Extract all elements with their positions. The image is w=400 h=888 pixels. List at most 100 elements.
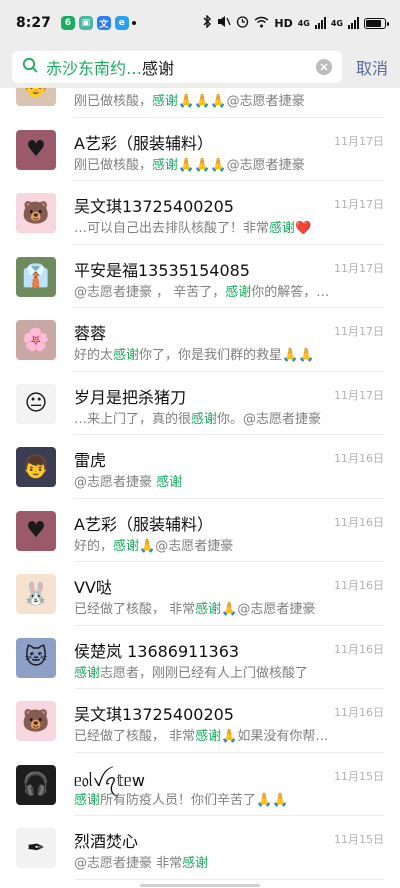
message-date: 11月15日 bbox=[334, 833, 384, 846]
avatar[interactable]: 👨 bbox=[16, 88, 56, 106]
result-row[interactable]: ✒ 烈酒焚心 11月15日 @志愿者捷豪 非常感谢 bbox=[0, 816, 400, 880]
snippet-text: 🙏如果没有你帮… bbox=[221, 729, 329, 744]
snippet-text: ❤️ bbox=[295, 221, 312, 236]
avatar[interactable]: 🐻 bbox=[16, 193, 56, 233]
result-content: 侯楚岚 13686911363 11月16日 感谢志愿者，刚刚已经有人上门做核酸了 bbox=[74, 626, 384, 689]
message-snippet: @志愿者捷豪 非常感谢 bbox=[74, 852, 334, 871]
message-snippet: 好的太感谢你了，你是我们群的救星🙏🙏 bbox=[74, 344, 334, 363]
sender-name: 烈酒焚心 bbox=[74, 832, 139, 851]
keyword-highlight: 感谢 bbox=[74, 665, 101, 681]
keyword-highlight: 感谢 bbox=[182, 856, 209, 871]
snippet-text: 好的太 bbox=[74, 348, 114, 363]
avatar[interactable]: 👔 bbox=[16, 256, 56, 297]
result-row[interactable]: 🐻 吴文琪13725400205 11月17日 …可以自己出去排队核酸了！非常感谢❤️ bbox=[0, 181, 400, 245]
result-row[interactable]: 👦 雷虎 11月16日 @志愿者捷豪 感谢 bbox=[0, 435, 400, 499]
snippet-text: 刚已做核酸， bbox=[74, 94, 153, 109]
alarm-icon bbox=[236, 15, 249, 31]
keyword-highlight: 感谢 bbox=[156, 475, 183, 490]
avatar[interactable]: 👦 bbox=[16, 447, 56, 487]
avatar-image: 🎧 bbox=[22, 772, 50, 797]
avatar[interactable]: ✒ bbox=[16, 828, 56, 868]
avatar[interactable]: 🐱 bbox=[16, 637, 56, 678]
keyword-highlight: 感谢 bbox=[152, 157, 179, 173]
avatar[interactable]: ♥ bbox=[16, 129, 56, 170]
search-results-list[interactable]: 👨 创作辉煌11月17日刚已做核酸，感谢🙏🙏🙏@志愿者捷豪 ♥ A艺彩（服装辅料） 11… bbox=[0, 88, 400, 888]
sender-name: VV哒 bbox=[74, 578, 112, 597]
snippet-text: …可以自己出去排队核酸了！非常 bbox=[74, 221, 270, 236]
search-results: 👨 创作辉煌11月17日刚已做核酸，感谢🙏🙏🙏@志愿者捷豪 ♥ A艺彩（服装辅料） 11… bbox=[0, 88, 400, 880]
message-snippet: 好的，感谢🙏@志愿者捷豪 bbox=[74, 535, 334, 554]
result-row[interactable]: ♥ A艺彩（服装辅料） 11月16日 好的，感谢🙏@志愿者捷豪 bbox=[0, 499, 400, 562]
avatar[interactable]: 🐻 bbox=[16, 701, 56, 741]
search-query-tag: 赤沙东南约… bbox=[46, 59, 143, 78]
message-date: 11月16日 bbox=[334, 706, 384, 719]
network-type-2: 4G bbox=[330, 18, 343, 28]
avatar-image: ♥ bbox=[26, 518, 46, 543]
keyword-highlight: 感谢 bbox=[113, 538, 140, 554]
keyword-highlight: 感谢 bbox=[269, 221, 296, 236]
message-snippet: …可以自己出去排队核酸了！非常感谢❤️ bbox=[74, 217, 334, 236]
battery-icon bbox=[364, 17, 389, 29]
snippet-text: 你。@志愿者捷豪 bbox=[217, 411, 322, 427]
message-snippet: 感谢志愿者，刚刚已经有人上门做核酸了 bbox=[74, 662, 334, 681]
message-date: 11月16日 bbox=[334, 452, 384, 465]
search-query[interactable]: 赤沙东南约…感谢 bbox=[46, 55, 316, 79]
result-row[interactable]: 🐰 VV哒 11月16日 已经做了核酸， 非常感谢🙏@志愿者捷豪 bbox=[0, 562, 400, 626]
message-snippet: 已经做了核酸， 非常感谢🙏@志愿者捷豪 bbox=[74, 598, 334, 617]
hd-label: HD bbox=[274, 16, 293, 30]
wifi-icon bbox=[254, 16, 269, 31]
avatar-image: 🐱 bbox=[24, 645, 48, 670]
result-content: A艺彩（服装辅料） 11月17日 刚已做核酸，感谢🙏🙏🙏@志愿者捷豪 bbox=[74, 118, 384, 181]
message-date: 11月17日 bbox=[334, 261, 384, 275]
sender-name: A艺彩（服装辅料） bbox=[74, 133, 213, 153]
result-row[interactable]: 👨 创作辉煌11月17日刚已做核酸，感谢🙏🙏🙏@志愿者捷豪 bbox=[0, 88, 400, 118]
avatar[interactable]: 🎧 bbox=[16, 764, 56, 805]
snippet-text: 你的解答，… bbox=[251, 284, 330, 300]
keyword-highlight: 感谢 bbox=[113, 348, 140, 363]
message-date: 11月17日 bbox=[334, 388, 384, 402]
message-snippet: 已经做了核酸， 非常感谢🙏如果没有你帮… bbox=[74, 725, 334, 744]
app-icon-3: 文 bbox=[96, 16, 111, 30]
avatar[interactable]: ♥ bbox=[16, 510, 56, 551]
result-row[interactable]: ♥ A艺彩（服装辅料） 11月17日 刚已做核酸，感谢🙏🙏🙏@志愿者捷豪 bbox=[0, 118, 400, 181]
result-row[interactable]: 😐 岁月是把杀猪刀 11月17日 …来上门了，真的很感谢你。@志愿者捷豪 bbox=[0, 372, 400, 435]
result-row[interactable]: 🎧 ᥱ᥆ᥣꪜꪖ𝕥ᥱw 11月15日 感谢所有防疫人员！你们辛苦了🙏🙏 bbox=[0, 753, 400, 816]
result-row[interactable]: 🐱 侯楚岚 13686911363 11月16日 感谢志愿者，刚刚已经有人上门做核酸了 bbox=[0, 626, 400, 689]
avatar[interactable]: 🐰 bbox=[16, 574, 56, 614]
result-content: 岁月是把杀猪刀 11月17日 …来上门了，真的很感谢你。@志愿者捷豪 bbox=[74, 372, 384, 435]
snippet-text: 🙏@志愿者捷豪 bbox=[221, 602, 316, 617]
keyword-highlight: 感谢 bbox=[152, 94, 179, 109]
sender-name: 吴文琪13725400205 bbox=[74, 197, 234, 216]
message-snippet: @志愿者捷豪 ， 辛苦了，感谢你的解答，… bbox=[74, 281, 334, 300]
avatar-image: ♥ bbox=[26, 137, 46, 162]
avatar[interactable]: 😐 bbox=[16, 383, 56, 424]
cancel-button[interactable]: 取消 bbox=[356, 55, 388, 79]
result-row[interactable]: 🐻 吴文琪13725400205 11月16日 已经做了核酸， 非常感谢🙏如果没有你帮… bbox=[0, 689, 400, 753]
status-bar: 8:27 6 ▣ 文 e HD 4G 4G bbox=[0, 0, 400, 46]
signal-icon-1 bbox=[314, 17, 326, 29]
avatar[interactable]: 🌸 bbox=[16, 320, 56, 360]
result-content: 平安是福13535154085 11月17日 @志愿者捷豪 ， 辛苦了，感谢你的解答… bbox=[74, 245, 384, 308]
clear-search-button[interactable] bbox=[316, 59, 332, 75]
app-icon-1: 6 bbox=[60, 16, 75, 30]
snippet-text: 志愿者，刚刚已经有人上门做核酸了 bbox=[100, 665, 309, 681]
message-date: 11月16日 bbox=[334, 642, 384, 656]
network-type-1: 4G bbox=[297, 18, 310, 28]
avatar-image: 👨 bbox=[22, 88, 49, 99]
result-row[interactable]: 👔 平安是福13535154085 11月17日 @志愿者捷豪 ， 辛苦了，感谢你的解… bbox=[0, 245, 400, 308]
snippet-text: 你了，你是我们群的救星🙏🙏 bbox=[139, 348, 315, 363]
message-snippet: @志愿者捷豪 感谢 bbox=[74, 471, 334, 490]
search-input[interactable]: 赤沙东南约…感谢 bbox=[12, 51, 342, 83]
home-indicator bbox=[140, 884, 260, 887]
avatar-image: 🌸 bbox=[22, 327, 50, 353]
search-query-keyword: 感谢 bbox=[142, 59, 175, 78]
result-content: A艺彩（服装辅料） 11月16日 好的，感谢🙏@志愿者捷豪 bbox=[74, 499, 384, 562]
sender-name: 蓉蓉 bbox=[74, 324, 107, 343]
keyword-highlight: 感谢 bbox=[195, 602, 222, 617]
avatar-image: ✒ bbox=[26, 835, 46, 861]
sender-name: A艺彩（服装辅料） bbox=[74, 514, 213, 534]
app-icon-4: e bbox=[114, 16, 129, 30]
result-row[interactable]: 🌸 蓉蓉 11月17日 好的太感谢你了，你是我们群的救星🙏🙏 bbox=[0, 308, 400, 372]
message-date: 11月17日 bbox=[334, 134, 384, 148]
snippet-text: 好的， bbox=[74, 538, 114, 554]
